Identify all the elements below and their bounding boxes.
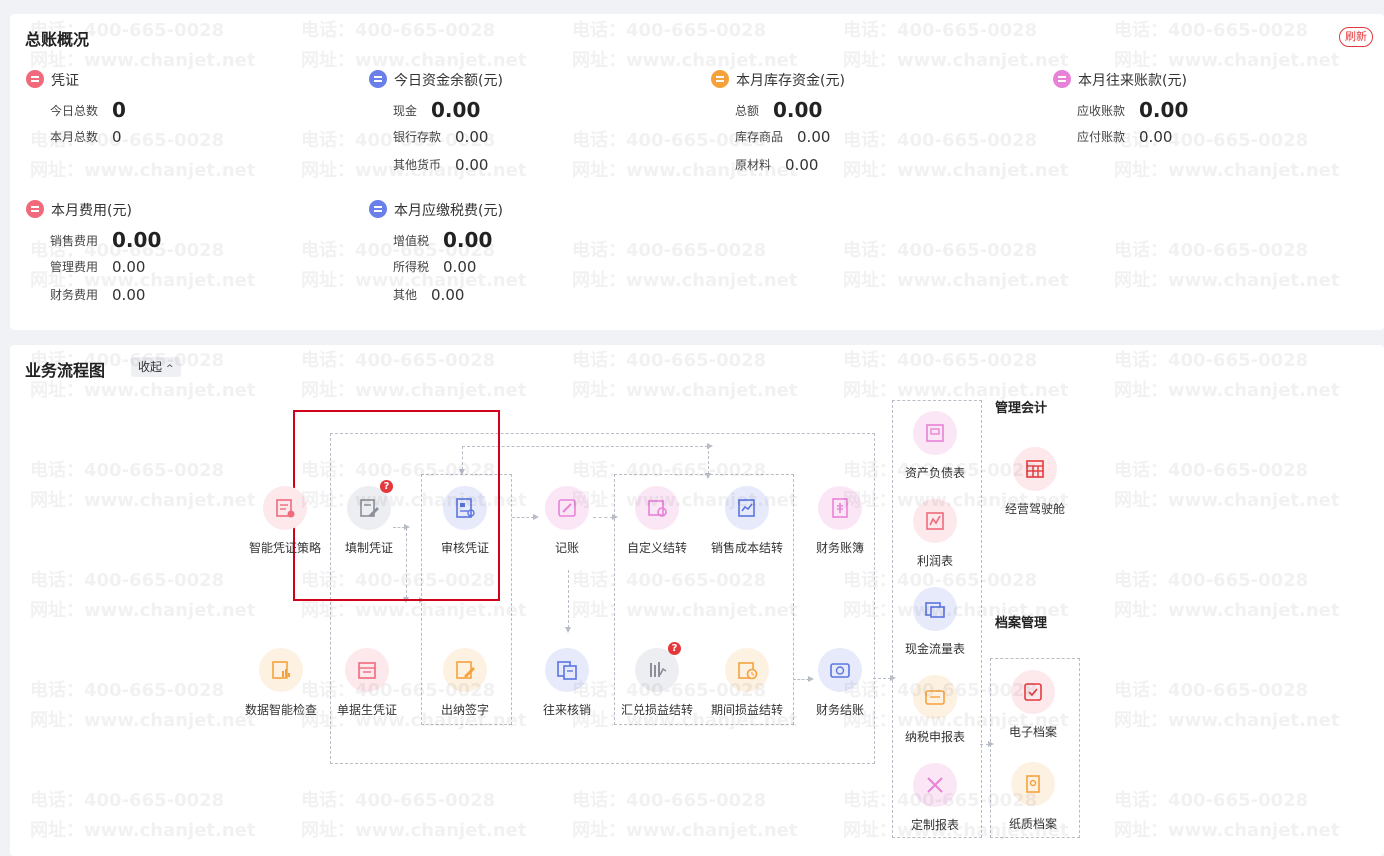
stat-row: 所得税 0.00: [393, 257, 477, 276]
flow-title: 业务流程图: [25, 361, 106, 380]
help-badge-icon[interactable]: ?: [380, 480, 393, 493]
stat-row: 增值税 0.00: [393, 228, 493, 252]
receivable-title: 本月往来账款(元): [1053, 70, 1187, 90]
node-custom-report[interactable]: 定制报表: [890, 763, 980, 833]
node-income-statement[interactable]: 利润表: [890, 499, 980, 569]
doc-voucher-icon: [358, 662, 376, 679]
node-document-voucher[interactable]: 单据生凭证: [322, 648, 412, 718]
sign-icon: [456, 661, 475, 679]
flow-arrow: [705, 446, 711, 479]
cashflow-icon: [925, 602, 945, 618]
node-data-smart-check[interactable]: 数据智能检查: [236, 648, 326, 718]
help-badge-icon[interactable]: ?: [668, 642, 681, 655]
chevron-up-icon: ^: [166, 364, 174, 374]
stat-row: 现金 0.00: [393, 98, 481, 122]
inventory-title: 本月库存资金(元): [711, 70, 845, 90]
stat-row: 本月总数 0: [50, 127, 122, 146]
period-icon: [738, 662, 758, 680]
node-close-books[interactable]: 财务结账: [795, 648, 885, 718]
cash-balance-title: 今日资金余额(元): [369, 70, 503, 90]
database-icon: [1053, 70, 1071, 88]
stat-row: 管理费用 0.00: [50, 257, 146, 276]
database-icon: [26, 200, 44, 218]
flow-arrow: [565, 570, 571, 633]
database-icon: [711, 70, 729, 88]
node-reconciliation[interactable]: 往来核销: [522, 648, 612, 718]
database-icon: [26, 70, 44, 88]
node-cashflow-statement[interactable]: 现金流量表: [890, 587, 980, 657]
edit-voucher-icon: [360, 499, 379, 517]
node-business-cockpit[interactable]: 经营驾驶舱: [990, 447, 1080, 517]
node-paper-archive[interactable]: 纸质档案: [988, 762, 1078, 832]
collapse-button[interactable]: 收起 ^: [131, 357, 181, 377]
stat-row: 其他 0.00: [393, 285, 465, 304]
tax-icon: [925, 690, 945, 705]
custom-transfer-icon: [648, 500, 667, 517]
fx-icon: [650, 662, 667, 677]
audit-voucher-icon: [456, 498, 475, 518]
ledger-overview-card: 总账概况 刷新 凭证 今日总数 0 本月总数 0 今日资金余额(元) 现金 0.00 …: [10, 14, 1384, 330]
stat-row: 今日总数 0: [50, 98, 126, 122]
sales-cost-icon: [738, 499, 755, 517]
node-period-pl-transfer[interactable]: 期间损益结转: [702, 648, 792, 718]
expense-title: 本月费用(元): [26, 200, 132, 220]
database-icon: [369, 70, 387, 88]
node-financial-books[interactable]: 财务账簿: [795, 486, 885, 556]
tax-payable-title: 本月应缴税费(元): [369, 200, 503, 220]
books-icon: [832, 498, 848, 518]
voucher-block-title: 凭证: [26, 70, 79, 90]
smart-voucher-icon: [276, 499, 295, 518]
stat-row: 其他货币 0.00: [393, 155, 489, 174]
balance-sheet-icon: [926, 424, 944, 442]
custom-report-icon: [927, 777, 943, 793]
income-icon: [926, 512, 944, 530]
stat-row: 应收账款 0.00: [1077, 98, 1189, 122]
data-check-icon: [272, 661, 290, 679]
stat-row: 销售费用 0.00: [50, 228, 162, 252]
ledger-title: 总账概况: [25, 30, 90, 49]
cockpit-icon: [1026, 460, 1044, 478]
node-sales-cost-transfer[interactable]: 销售成本结转: [702, 486, 792, 556]
node-tax-return[interactable]: 纳税申报表: [890, 675, 980, 745]
node-balance-sheet[interactable]: 资产负债表: [890, 411, 980, 481]
flow-arrow: [980, 741, 994, 747]
node-fx-transfer[interactable]: ? 汇兑损益结转: [612, 642, 702, 718]
node-fill-voucher[interactable]: ? 填制凭证: [324, 480, 414, 556]
reconcile-icon: [557, 661, 577, 680]
close-books-icon: [830, 663, 850, 678]
stat-row: 应付账款 0.00: [1077, 127, 1173, 146]
archive-management-title: 档案管理: [995, 616, 1048, 631]
database-icon: [369, 200, 387, 218]
node-cashier-sign[interactable]: 出纳签字: [420, 648, 510, 718]
management-accounting-title: 管理会计: [995, 401, 1048, 416]
stat-row: 库存商品 0.00: [735, 127, 831, 146]
stat-row: 银行存款 0.00: [393, 127, 489, 146]
stat-row: 财务费用 0.00: [50, 285, 146, 304]
paper-archive-icon: [1026, 775, 1040, 793]
post-ledger-icon: [558, 499, 576, 517]
node-custom-transfer[interactable]: 自定义结转: [612, 486, 702, 556]
e-archive-icon: [1024, 683, 1042, 701]
stat-row: 总额 0.00: [735, 98, 823, 122]
node-audit-voucher[interactable]: 审核凭证: [420, 486, 510, 556]
refresh-button[interactable]: 刷新: [1339, 27, 1373, 47]
node-post-ledger[interactable]: 记账: [522, 486, 612, 556]
node-electronic-archive[interactable]: 电子档案: [988, 670, 1078, 740]
stat-row: 原材料 0.00: [735, 155, 819, 174]
node-smart-voucher-strategy[interactable]: 智能凭证策略: [240, 486, 330, 556]
